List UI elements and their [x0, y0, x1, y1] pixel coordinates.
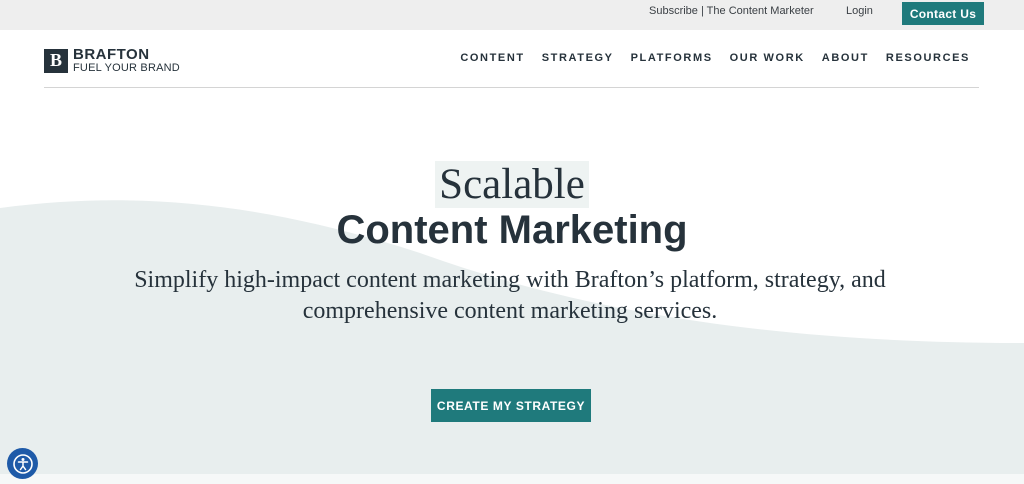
nav-item-about[interactable]: ABOUT [822, 52, 869, 64]
create-strategy-button[interactable]: CREATE MY STRATEGY [431, 389, 591, 422]
nav-item-strategy[interactable]: STRATEGY [542, 52, 614, 64]
nav-item-our-work[interactable]: OUR WORK [730, 52, 805, 64]
logo-text: BRAFTON FUEL YOUR BRAND [73, 47, 180, 74]
nav-item-platforms[interactable]: PLATFORMS [631, 52, 713, 64]
nav-item-content[interactable]: CONTENT [460, 52, 524, 64]
utility-bar: Subscribe | The Content Marketer Login C… [0, 0, 1024, 30]
hero-title-content-marketing: Content Marketing [336, 208, 688, 252]
hero-subtitle: Simplify high-impact content marketing w… [134, 267, 886, 324]
hero-title-scalable: Scalable [0, 160, 1024, 209]
login-link[interactable]: Login [846, 5, 873, 17]
hero-title-line1: Scalable [435, 161, 589, 208]
brafton-logo[interactable]: B BRAFTON FUEL YOUR BRAND [44, 47, 180, 74]
site-header: B BRAFTON FUEL YOUR BRAND CONTENT STRATE… [0, 30, 1024, 88]
logo-tagline: FUEL YOUR BRAND [73, 62, 180, 74]
main-nav: CONTENT STRATEGY PLATFORMS OUR WORK ABOU… [443, 52, 970, 64]
contact-us-button[interactable]: Contact Us [902, 2, 984, 25]
subscribe-link[interactable]: Subscribe | The Content Marketer [649, 5, 814, 17]
logo-name: BRAFTON [73, 46, 150, 63]
accessibility-icon [12, 453, 33, 474]
logo-mark: B [44, 48, 68, 73]
accessibility-button[interactable] [7, 448, 38, 479]
nav-item-resources[interactable]: RESOURCES [886, 52, 970, 64]
